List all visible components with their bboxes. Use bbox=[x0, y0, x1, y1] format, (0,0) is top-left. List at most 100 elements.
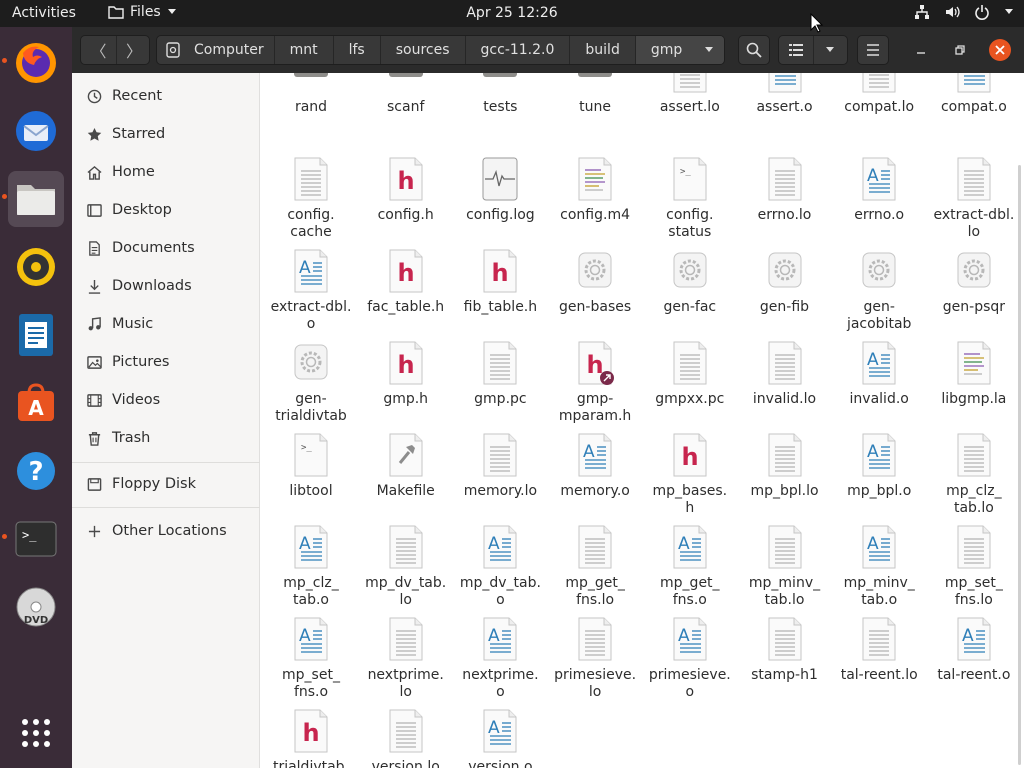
activities-button[interactable]: Activities bbox=[12, 5, 76, 21]
file-item[interactable]: tune bbox=[548, 73, 642, 116]
file-item[interactable]: config.log bbox=[453, 157, 547, 224]
sidebar-item-music[interactable]: Music bbox=[72, 305, 260, 343]
dock-rhythmbox[interactable] bbox=[8, 239, 64, 295]
file-item[interactable]: Atal-reent.o bbox=[927, 617, 1021, 684]
dock-files[interactable] bbox=[8, 171, 64, 227]
path-segment-gmp[interactable]: gmp bbox=[635, 36, 725, 64]
file-item[interactable]: >_ libtool bbox=[264, 433, 358, 500]
path-segment-mnt[interactable]: mnt bbox=[275, 36, 334, 64]
path-segment-lfs[interactable]: lfs bbox=[334, 36, 381, 64]
file-item[interactable]: Aerrno.o bbox=[832, 157, 926, 224]
file-item[interactable]: assert.lo bbox=[643, 73, 737, 116]
dock-thunderbird[interactable] bbox=[8, 103, 64, 159]
list-view-button[interactable] bbox=[779, 43, 813, 57]
sidebar-item-home[interactable]: Home bbox=[72, 153, 260, 191]
dock-firefox[interactable] bbox=[8, 35, 64, 91]
file-item[interactable]: gmpxx.pc bbox=[643, 341, 737, 408]
dock-help[interactable]: ? bbox=[8, 443, 64, 499]
file-item[interactable]: Aprimesieve. o bbox=[643, 617, 737, 701]
system-tray[interactable] bbox=[914, 4, 1014, 20]
dock-dvd[interactable]: DVD bbox=[8, 579, 64, 635]
sidebar-item-trash[interactable]: Trash bbox=[72, 419, 260, 457]
sidebar-item-documents[interactable]: Documents bbox=[72, 229, 260, 267]
file-item[interactable]: Amp_get_ fns.o bbox=[643, 525, 737, 609]
path-segment-sources[interactable]: sources bbox=[381, 36, 466, 64]
file-item[interactable]: gen-bases bbox=[548, 249, 642, 316]
file-item[interactable]: tests bbox=[453, 73, 547, 116]
file-item[interactable]: extract-dbl. lo bbox=[927, 157, 1021, 241]
file-item[interactable]: mp_minv_ tab.lo bbox=[738, 525, 832, 609]
file-item[interactable]: Amp_dv_tab. o bbox=[453, 525, 547, 609]
file-item[interactable]: mp_bpl.lo bbox=[738, 433, 832, 500]
file-item[interactable]: Amp_minv_ tab.o bbox=[832, 525, 926, 609]
file-item[interactable]: version.lo bbox=[359, 709, 453, 768]
file-item[interactable]: gen-fac bbox=[643, 249, 737, 316]
file-item[interactable]: errno.lo bbox=[738, 157, 832, 224]
file-item[interactable]: mp_get_ fns.lo bbox=[548, 525, 642, 609]
file-item[interactable]: gen-psqr bbox=[927, 249, 1021, 316]
view-options-dropdown[interactable] bbox=[812, 36, 847, 64]
file-item[interactable]: >_ config. status bbox=[643, 157, 737, 241]
file-item[interactable]: Aversion.o bbox=[453, 709, 547, 768]
dock-libreoffice-writer[interactable] bbox=[8, 307, 64, 363]
sidebar-item-recent[interactable]: Recent bbox=[72, 77, 260, 115]
sidebar-item-floppy-disk[interactable]: Floppy Disk bbox=[72, 465, 260, 503]
show-applications-button[interactable] bbox=[8, 705, 64, 761]
close-button[interactable] bbox=[989, 39, 1011, 61]
sidebar-item-other-locations[interactable]: Other Locations bbox=[72, 512, 260, 550]
file-item[interactable]: gmp.pc bbox=[453, 341, 547, 408]
app-menu[interactable]: Files bbox=[108, 4, 177, 20]
file-item[interactable]: mp_dv_tab. lo bbox=[359, 525, 453, 609]
path-segment-build[interactable]: build bbox=[570, 36, 636, 64]
file-item[interactable]: h fib_table.h bbox=[453, 249, 547, 316]
file-item[interactable]: config. cache bbox=[264, 157, 358, 241]
sidebar-item-videos[interactable]: Videos bbox=[72, 381, 260, 419]
file-item[interactable]: Acompat.o bbox=[927, 73, 1021, 116]
sidebar-item-pictures[interactable]: Pictures bbox=[72, 343, 260, 381]
dock-software[interactable]: A bbox=[8, 375, 64, 431]
main-menu-button[interactable] bbox=[857, 35, 889, 65]
file-item[interactable]: h gmp- mparam.h bbox=[548, 341, 642, 425]
back-button[interactable]: 〈 bbox=[81, 36, 116, 64]
file-item[interactable]: nextprime. lo bbox=[359, 617, 453, 701]
file-item[interactable]: Amp_set_ fns.o bbox=[264, 617, 358, 701]
sidebar-item-downloads[interactable]: Downloads bbox=[72, 267, 260, 305]
dock-terminal[interactable]: >_ bbox=[8, 511, 64, 567]
file-item[interactable]: Aassert.o bbox=[738, 73, 832, 116]
file-item[interactable]: Makefile bbox=[359, 433, 453, 500]
file-item[interactable]: Anextprime. o bbox=[453, 617, 547, 701]
file-item[interactable]: rand bbox=[264, 73, 358, 116]
file-item[interactable]: invalid.lo bbox=[738, 341, 832, 408]
file-item[interactable]: memory.lo bbox=[453, 433, 547, 500]
file-item[interactable]: gen- trialdivtab bbox=[264, 341, 358, 425]
file-item[interactable]: Aextract-dbl. o bbox=[264, 249, 358, 333]
file-item[interactable]: stamp-h1 bbox=[738, 617, 832, 684]
sidebar-item-desktop[interactable]: Desktop bbox=[72, 191, 260, 229]
file-item[interactable]: h config.h bbox=[359, 157, 453, 224]
file-item[interactable]: Amp_clz_ tab.o bbox=[264, 525, 358, 609]
clock[interactable]: Apr 25 12:26 bbox=[466, 5, 557, 21]
file-item[interactable]: gen-fib bbox=[738, 249, 832, 316]
sidebar-item-starred[interactable]: Starred bbox=[72, 115, 260, 153]
file-item[interactable]: libgmp.la bbox=[927, 341, 1021, 408]
file-item[interactable]: h trialdivtab. h bbox=[264, 709, 358, 768]
file-item[interactable]: Amemory.o bbox=[548, 433, 642, 500]
path-root-button[interactable]: Computer bbox=[157, 36, 275, 64]
file-item[interactable]: Ainvalid.o bbox=[832, 341, 926, 408]
file-item[interactable]: scanf bbox=[359, 73, 453, 116]
file-item[interactable]: h fac_table.h bbox=[359, 249, 453, 316]
search-button[interactable] bbox=[738, 35, 770, 65]
file-item[interactable]: Amp_bpl.o bbox=[832, 433, 926, 500]
file-item[interactable]: mp_clz_ tab.lo bbox=[927, 433, 1021, 517]
path-segment-gcc[interactable]: gcc-11.2.0 bbox=[466, 36, 571, 64]
file-item[interactable]: h gmp.h bbox=[359, 341, 453, 408]
file-item[interactable]: h mp_bases. h bbox=[643, 433, 737, 517]
forward-button[interactable]: 〉 bbox=[116, 36, 151, 64]
file-item[interactable]: config.m4 bbox=[548, 157, 642, 224]
file-item[interactable]: gen- jacobitab bbox=[832, 249, 926, 333]
minimize-button[interactable] bbox=[910, 35, 932, 65]
file-item[interactable]: compat.lo bbox=[832, 73, 926, 116]
file-item[interactable]: mp_set_ fns.lo bbox=[927, 525, 1021, 609]
file-item[interactable]: primesieve. lo bbox=[548, 617, 642, 701]
file-item[interactable]: tal-reent.lo bbox=[832, 617, 926, 684]
